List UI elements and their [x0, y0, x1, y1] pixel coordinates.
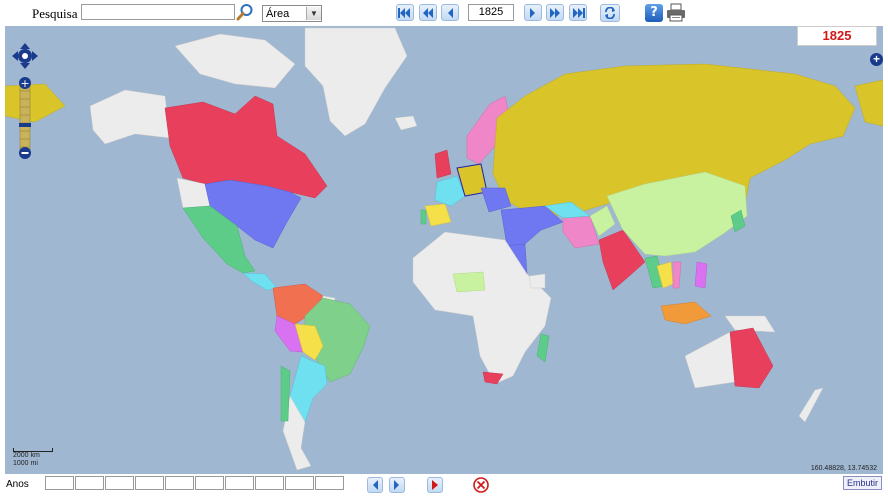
cape-colony [482, 371, 504, 385]
previous-button[interactable] [441, 4, 459, 21]
portugal [420, 209, 427, 225]
last-button[interactable] [569, 4, 587, 21]
iberia-spain [424, 203, 452, 227]
next-button[interactable] [524, 4, 542, 21]
world-map[interactable]: 1825 + + 2000 km 1000 mi 160.48828, 13.7… [5, 26, 883, 474]
year-cell[interactable] [45, 476, 74, 490]
year-cell[interactable] [225, 476, 254, 490]
year-cell[interactable] [195, 476, 224, 490]
refresh-button[interactable] [600, 4, 620, 22]
year-cell[interactable] [105, 476, 134, 490]
years-timeline[interactable] [45, 476, 345, 490]
fast-forward-button[interactable] [546, 4, 564, 21]
scale-km: 2000 km [13, 452, 40, 459]
united-kingdom [434, 149, 452, 179]
alaska-west [5, 83, 66, 123]
rewind-icon [423, 7, 433, 18]
bottom-bar: Anos Embutir [0, 474, 888, 495]
layer-switcher-button[interactable]: + [870, 53, 883, 66]
mouse-coordinates: 160.48828, 13.74532 [810, 465, 877, 472]
sokoto [452, 271, 486, 293]
help-icon[interactable]: ? [645, 4, 663, 22]
map-scale: 2000 km 1000 mi [13, 448, 53, 468]
central-america [242, 272, 278, 291]
search-label: Pesquisa [32, 6, 78, 21]
year-cell[interactable] [255, 476, 284, 490]
play-forward-icon [394, 480, 399, 490]
ethiopia [528, 273, 546, 289]
australia-west [684, 331, 736, 389]
play-back-button[interactable] [367, 477, 383, 493]
new-zealand [798, 387, 824, 423]
embed-button[interactable]: Embutir [842, 476, 882, 490]
chevron-down-icon: ▼ [306, 7, 321, 20]
vietnam [672, 261, 682, 289]
previous-icon [448, 7, 453, 18]
toolbar: Pesquisa Área ▼ 1825 ? [0, 0, 888, 26]
dutch-east-indies [660, 301, 712, 325]
russian-america [89, 89, 171, 145]
iceland [394, 115, 418, 131]
madagascar [536, 333, 550, 363]
printer-icon[interactable] [666, 3, 686, 23]
years-label: Anos [6, 479, 29, 490]
play-icon [432, 480, 438, 490]
year-cell[interactable] [315, 476, 344, 490]
stop-icon[interactable] [473, 477, 489, 493]
play-forward-button[interactable] [389, 477, 405, 493]
philippines [694, 261, 708, 289]
scale-mi: 1000 mi [13, 460, 38, 467]
refresh-icon [605, 7, 615, 19]
last-icon [573, 7, 585, 18]
play-back-icon [373, 480, 378, 490]
year-cell[interactable] [165, 476, 194, 490]
area-select-value: Área [266, 7, 290, 20]
next-icon [530, 7, 535, 18]
year-cell[interactable] [135, 476, 164, 490]
map-canvas[interactable] [5, 26, 883, 474]
first-button[interactable] [396, 4, 414, 21]
year-cell[interactable] [75, 476, 104, 490]
zoom-slider[interactable]: + [18, 77, 32, 159]
rewind-button[interactable] [419, 4, 437, 21]
year-cell[interactable] [285, 476, 314, 490]
year-field[interactable]: 1825 [468, 4, 514, 21]
svg-text:+: + [20, 77, 29, 90]
search-icon[interactable] [236, 3, 254, 21]
arctic-islands [174, 33, 296, 89]
play-button[interactable] [427, 477, 443, 493]
area-select[interactable]: Área ▼ [262, 5, 322, 22]
fast-forward-icon [550, 7, 560, 18]
greenland [304, 27, 408, 137]
africa [412, 231, 552, 385]
search-input[interactable] [81, 4, 235, 20]
chukotka [854, 79, 883, 127]
first-icon [398, 7, 410, 18]
new-south-wales [729, 327, 774, 389]
zoom-handle-icon [19, 123, 31, 127]
pan-arrows-icon[interactable] [12, 43, 38, 69]
year-badge: 1825 [797, 26, 877, 46]
